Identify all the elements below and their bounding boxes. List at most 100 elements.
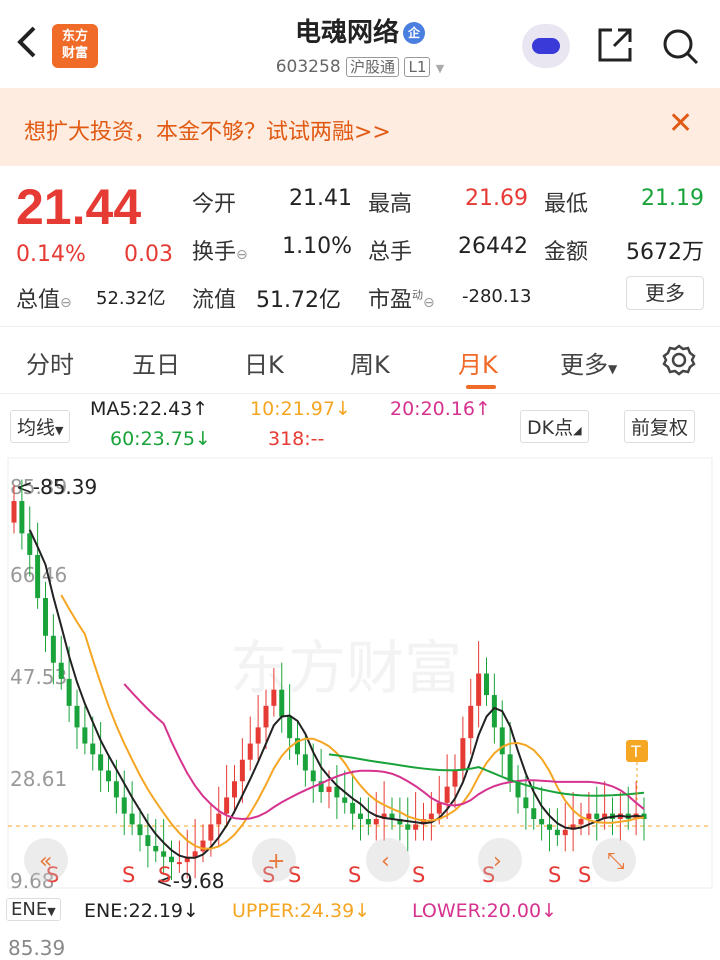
- back-icon[interactable]: [12, 22, 48, 66]
- active-tab-indicator: [466, 385, 496, 389]
- search-icon[interactable]: [660, 26, 700, 66]
- upper-value: UPPER:24.39↓: [232, 900, 371, 922]
- info-icon: ⊖: [423, 295, 435, 311]
- candle-body: [145, 835, 151, 846]
- ma20-text: 20:20.16: [390, 398, 475, 420]
- mktcap-label[interactable]: 总值⊖: [16, 282, 72, 314]
- candle-body: [594, 813, 600, 819]
- pe-label-text: 市盈: [368, 288, 413, 313]
- expand-icon-glyph: ⤡: [607, 849, 625, 874]
- turnover-label[interactable]: 换手⊖: [192, 234, 248, 266]
- kline-svg[interactable]: 东方财富 85.3966.4647.5328.619.68<-85.39<-9.…: [0, 456, 720, 893]
- mktcap-label-text: 总值: [16, 288, 61, 313]
- indicator-top-tick: 85.39: [8, 936, 66, 960]
- candle-body: [98, 754, 104, 771]
- candle-body: [121, 797, 127, 814]
- promo-banner[interactable]: 想扩大投资，本金不够？试试两融>> ✕: [0, 88, 720, 166]
- app-logo[interactable]: 东方 财富: [52, 24, 98, 68]
- ma318-value: 318:--: [268, 428, 325, 450]
- dropdown-triangle-icon: ▼: [47, 905, 56, 918]
- kline-chart[interactable]: 东方财富 85.3966.4647.5328.619.68<-85.39<-9.…: [0, 456, 720, 893]
- stock-code: 603258: [275, 57, 341, 77]
- candle-body: [43, 598, 48, 636]
- candle-body: [523, 797, 529, 809]
- candle-body: [255, 727, 261, 744]
- mktcap-value: 52.32亿: [96, 288, 166, 309]
- ma20-value: 20:20.16↑: [390, 398, 491, 420]
- candle-body: [247, 743, 253, 760]
- tab-more[interactable]: 更多▼: [560, 345, 617, 380]
- share-icon[interactable]: [596, 26, 634, 64]
- high-label: 最高: [368, 192, 413, 217]
- candle-body: [58, 662, 64, 679]
- promo-text[interactable]: 想扩大投资，本金不够？试试两融>>: [24, 114, 391, 146]
- candle-body: [161, 851, 167, 857]
- open-value: 21.41: [289, 186, 352, 211]
- lower-text: LOWER:20.00: [412, 900, 542, 922]
- zoom-in-icon-glyph: +: [267, 849, 285, 874]
- low-label: 最低: [544, 192, 589, 217]
- candle-body: [216, 813, 222, 825]
- stock-subtitle[interactable]: 603258 沪股通 L1 ▼: [200, 56, 520, 77]
- candle-body: [27, 533, 33, 555]
- turnover-label-text: 换手: [192, 240, 237, 265]
- tab-weekly-k[interactable]: 周K: [350, 345, 390, 380]
- candle-body: [326, 786, 332, 793]
- adjust-button[interactable]: 前复权: [624, 410, 696, 443]
- candle-body: [436, 802, 442, 814]
- settings-gear-icon[interactable]: [662, 343, 696, 381]
- candle-body: [82, 727, 88, 744]
- t-marker-label: T: [630, 742, 641, 761]
- candle-body: [239, 759, 245, 782]
- scroll-left-icon-glyph: ‹: [381, 849, 390, 874]
- collapse-left-icon-glyph: «: [39, 849, 52, 874]
- dk-point-button[interactable]: DK点◢: [520, 410, 589, 443]
- candle-body: [539, 818, 545, 825]
- float-label: 流值: [192, 288, 237, 313]
- candle-body: [554, 829, 560, 836]
- ma-selector[interactable]: 均线▼: [10, 410, 71, 443]
- tab-monthly-k[interactable]: 月K: [458, 345, 498, 380]
- sell-signal-label: S: [412, 863, 425, 887]
- current-price: 21.44: [16, 179, 142, 235]
- volume-value: 26442: [458, 234, 528, 259]
- candle-body: [176, 862, 182, 865]
- candle-body: [90, 743, 96, 755]
- tab-five-day[interactable]: 五日: [132, 345, 180, 380]
- candle-body: [137, 824, 143, 836]
- ma60-text: 60:23.75: [110, 428, 195, 450]
- candle-body: [586, 813, 592, 819]
- y-tick-label: 28.61: [10, 767, 67, 791]
- candle-body: [499, 727, 505, 755]
- tab-intraday[interactable]: 分时: [26, 345, 74, 380]
- volume-label: 总手: [368, 240, 413, 265]
- tab-daily-k[interactable]: 日K: [244, 345, 284, 380]
- candle-body: [192, 851, 198, 857]
- logo-line1: 东方: [61, 29, 88, 44]
- pe-label[interactable]: 市盈动⊖: [368, 282, 435, 314]
- candle-body: [342, 797, 348, 803]
- candle-body: [208, 824, 214, 841]
- info-icon: ⊖: [236, 247, 248, 263]
- low-value: 21.19: [641, 186, 704, 211]
- candle-body: [507, 754, 513, 782]
- candle-body: [287, 716, 293, 739]
- ma10-value: 10:21.97↓: [250, 398, 351, 420]
- candle-body: [35, 554, 41, 599]
- close-icon[interactable]: ✕: [668, 106, 693, 141]
- dk-label: DK点: [527, 417, 574, 439]
- assistant-robot-icon[interactable]: [522, 24, 570, 68]
- stock-title: 电魂网络企: [200, 12, 520, 49]
- candle-body: [578, 818, 584, 825]
- indicator-selector[interactable]: ENE▼: [6, 898, 61, 921]
- candle-body: [405, 824, 411, 830]
- turnover-value: 1.10%: [282, 234, 352, 259]
- more-quote-button[interactable]: 更多: [626, 276, 704, 310]
- candle-body: [74, 705, 80, 728]
- ene-value: ENE:22.19↓: [84, 900, 199, 922]
- corner-triangle-icon: ◢: [573, 424, 582, 437]
- candle-body: [531, 808, 537, 819]
- candle-body: [169, 856, 174, 863]
- candle-body: [19, 501, 25, 534]
- candle-body: [547, 824, 552, 830]
